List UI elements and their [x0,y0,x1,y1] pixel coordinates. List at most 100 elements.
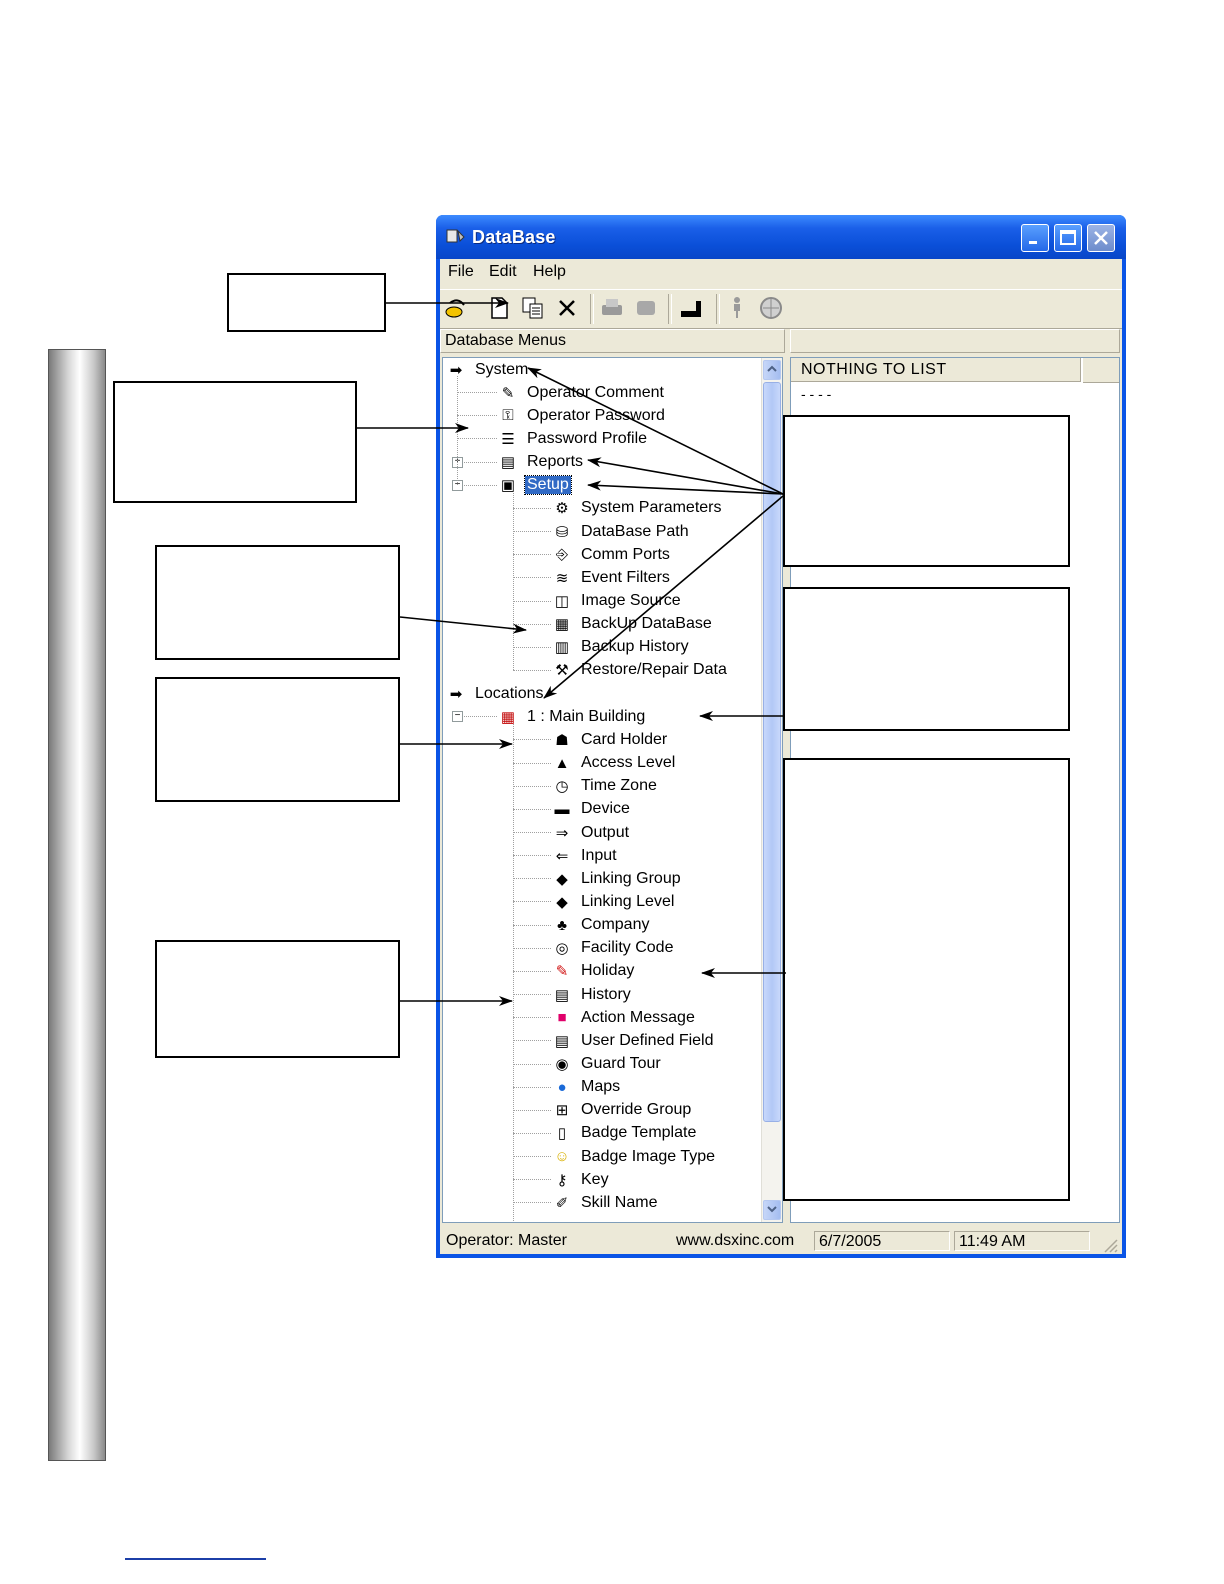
tree-item-label: Operator Password [527,406,665,424]
tree-item-operator-comment[interactable]: ✎ Operator Comment [497,381,666,404]
menu-help[interactable]: Help [533,263,566,281]
tree-item-password-profile[interactable]: ☰ Password Profile [497,427,649,450]
tree-item-backup-database[interactable]: ▦ BackUp DataBase [551,613,714,636]
list-column-header-empty[interactable] [1083,358,1119,383]
tree-item-label: Output [581,823,630,841]
tree-item-maps[interactable]: ● Maps [551,1076,622,1099]
tree-item-guard-tour[interactable]: ◉ Guard Tour [551,1053,663,1076]
footer-rule [125,1558,266,1560]
tree-item-history[interactable]: ▤ History [551,983,633,1006]
tree-connector [513,1017,551,1019]
tool-chart-button[interactable] [676,293,706,323]
callout-setup-items [155,545,400,660]
tree-item-key[interactable]: ⚷ Key [551,1168,611,1191]
comm-ports-icon: ⎆ [555,546,568,564]
tree-item-label: Linking Group [581,869,681,887]
tree-connector [513,1156,551,1158]
tree-scrollbar[interactable] [761,358,782,1222]
chevron-up-icon [767,365,777,372]
copy-icon [522,297,543,319]
status-time: 11:49 AM [954,1231,1090,1251]
scroll-up-button[interactable] [763,360,781,380]
tree-item-database-path[interactable]: ⛁ DataBase Path [551,520,691,543]
tool-preview-button[interactable] [631,293,661,323]
location-icon: ▦ [500,708,516,726]
tree-connector [513,646,551,648]
image-source-icon: ◫ [554,593,570,610]
tree-item-setup[interactable]: ▣ Setup [497,474,572,497]
new-document-icon [491,297,508,319]
tree-item-card-holder[interactable]: ☗ Card Holder [551,728,669,751]
tree-item-input[interactable]: ⇐ Input [551,844,619,867]
linking-level-icon: ◆ [556,893,568,911]
tree-item-label: Card Holder [581,730,668,748]
tree-item-holiday[interactable]: ✎ Holiday [551,960,636,983]
tree-item-backup-history[interactable]: ▥ Backup History [551,636,691,659]
tree-item-label: Reports [527,453,584,471]
collapse-icon[interactable]: − [452,711,463,723]
tree-connector [457,376,458,485]
scroll-thumb[interactable] [763,382,781,1122]
locations-icon: ➡ [449,685,463,703]
tree-item-restore-repair-data[interactable]: ⚒ Restore/Repair Data [551,659,729,682]
tree-item-facility-code[interactable]: ◎ Facility Code [551,937,675,960]
device-icon: ▬ [554,800,570,818]
tree-item-access-level[interactable]: ▲ Access Level [551,752,677,775]
scroll-down-button[interactable] [763,1200,781,1220]
maximize-button[interactable] [1054,224,1082,252]
tool-delete-button[interactable] [552,293,582,323]
tree-item-time-zone[interactable]: ◷ Time Zone [551,775,659,798]
tool-exit-button[interactable] [442,293,472,323]
tree-item-skill-name[interactable]: ✐ Skill Name [551,1191,659,1214]
tree-item-image-source[interactable]: ◫ Image Source [551,590,683,613]
tree-item-system-parameters[interactable]: ⚙ System Parameters [551,497,723,520]
operator-password-icon: ⚿ [502,407,514,425]
tree-item-output[interactable]: ⇒ Output [551,821,631,844]
window-title: DataBase [472,227,556,247]
tree-connector [513,924,551,926]
tree-item-override-group[interactable]: ⊞ Override Group [551,1099,693,1122]
tree-item-reports[interactable]: ▤ Reports [497,451,585,474]
tool-person-button[interactable] [722,293,752,323]
tree-item-label: Badge Image Type [581,1147,716,1165]
tree-item-linking-level[interactable]: ◆ Linking Level [551,890,676,913]
close-button[interactable] [1087,224,1115,252]
title-bar[interactable]: DataBase [436,215,1126,259]
tree-item-company[interactable]: ♣ Company [551,914,651,937]
minimize-button[interactable] [1021,224,1049,252]
tree-item-action-message[interactable]: ■ Action Message [551,1006,697,1029]
tree-connector [513,1040,551,1042]
tree-connector [513,507,551,509]
callout-setup-pointer [783,415,1070,567]
tree-item-1-main-building[interactable]: ▦ 1 : Main Building [497,705,647,728]
tree-item-label: Company [581,916,650,934]
tree-item-comm-ports[interactable]: ⎆ Comm Ports [551,543,672,566]
tree-item-label: Comm Ports [581,545,670,563]
tree-connector [513,1179,551,1181]
tool-new-button[interactable] [484,293,514,323]
tree-item-user-defined-field[interactable]: ▤ User Defined Field [551,1029,716,1052]
list-item[interactable]: - - - - [801,386,831,402]
delete-icon [559,300,575,316]
tree-item-locations[interactable]: ➡ Locations [445,682,546,705]
tool-globe-button[interactable] [756,293,786,323]
tool-print-button[interactable] [597,293,627,323]
right-panel-label [790,329,1120,353]
database-tree[interactable]: ➡ System ✎ Operator Comment ⚿ Operator Passwo… [442,357,783,1223]
menu-file[interactable]: File [448,263,474,281]
preview-icon [637,301,655,315]
tree-item-device[interactable]: ▬ Device [551,798,632,821]
tree-item-label: DataBase Path [581,522,689,540]
resize-grip-icon[interactable] [1100,1235,1118,1253]
status-website: www.dsxinc.com [676,1232,795,1249]
card-holder-icon: ☗ [555,731,569,749]
tree-item-badge-template[interactable]: ▯ Badge Template [551,1122,698,1145]
tool-copy-button[interactable] [518,293,548,323]
tree-item-operator-password[interactable]: ⚿ Operator Password [497,404,667,427]
tree-item-linking-group[interactable]: ◆ Linking Group [551,867,683,890]
guard-tour-icon: ◉ [555,1056,569,1073]
menu-edit[interactable]: Edit [489,263,517,281]
tree-item-event-filters[interactable]: ≋ Event Filters [551,566,672,589]
list-column-header[interactable]: NOTHING TO LIST [791,358,1081,382]
tree-item-badge-image-type[interactable]: ☺ Badge Image Type [551,1145,717,1168]
